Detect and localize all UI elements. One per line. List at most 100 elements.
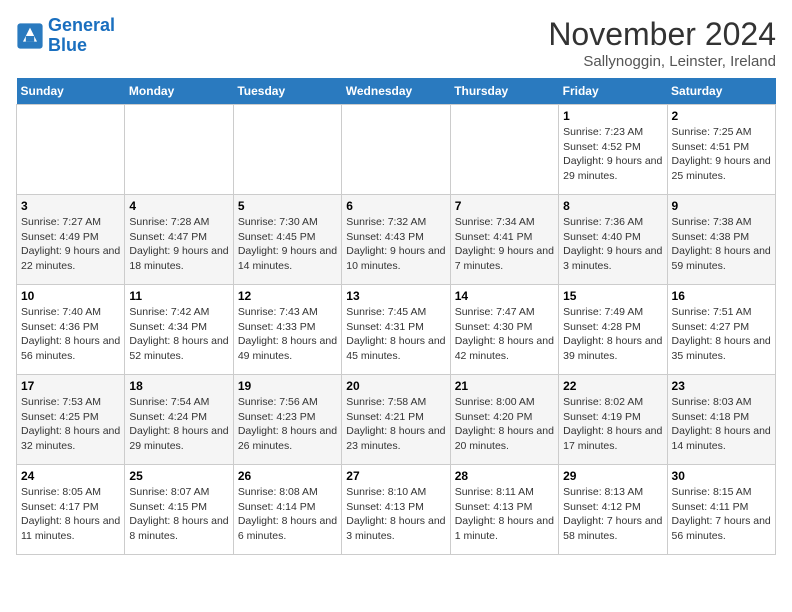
day-number: 21 — [455, 379, 554, 393]
calendar-cell: 23 Sunrise: 8:03 AM Sunset: 4:18 PM Dayli… — [667, 375, 775, 465]
day-info: Sunrise: 8:05 AM Sunset: 4:17 PM Dayligh… — [21, 485, 120, 544]
weekday-header-thursday: Thursday — [450, 78, 558, 105]
day-number: 30 — [672, 469, 771, 483]
calendar-cell: 10 Sunrise: 7:40 AM Sunset: 4:36 PM Dayli… — [17, 285, 125, 375]
day-info: Sunrise: 7:23 AM Sunset: 4:52 PM Dayligh… — [563, 125, 662, 184]
calendar-cell — [450, 105, 558, 195]
day-number: 10 — [21, 289, 120, 303]
calendar-cell: 25 Sunrise: 8:07 AM Sunset: 4:15 PM Dayli… — [125, 465, 233, 555]
logo-icon — [16, 22, 44, 50]
calendar-cell: 28 Sunrise: 8:11 AM Sunset: 4:13 PM Dayli… — [450, 465, 558, 555]
calendar-table: SundayMondayTuesdayWednesdayThursdayFrid… — [16, 78, 776, 555]
logo: General Blue — [16, 16, 115, 56]
day-info: Sunrise: 7:47 AM Sunset: 4:30 PM Dayligh… — [455, 305, 554, 364]
day-info: Sunrise: 7:25 AM Sunset: 4:51 PM Dayligh… — [672, 125, 771, 184]
calendar-cell: 13 Sunrise: 7:45 AM Sunset: 4:31 PM Dayli… — [342, 285, 450, 375]
calendar-cell: 7 Sunrise: 7:34 AM Sunset: 4:41 PM Daylig… — [450, 195, 558, 285]
day-number: 11 — [129, 289, 228, 303]
calendar-cell: 4Sunrise: 7:28 AM Sunset: 4:47 PM Daylig… — [125, 195, 233, 285]
day-info: Sunrise: 8:11 AM Sunset: 4:13 PM Dayligh… — [455, 485, 554, 544]
day-number: 26 — [238, 469, 337, 483]
calendar-week-2: 3 Sunrise: 7:27 AM Sunset: 4:49 PM Daylig… — [17, 195, 776, 285]
day-info: Sunrise: 8:10 AM Sunset: 4:13 PM Dayligh… — [346, 485, 445, 544]
calendar-cell: 12 Sunrise: 7:43 AM Sunset: 4:33 PM Dayli… — [233, 285, 341, 375]
calendar-cell: 1 Sunrise: 7:23 AM Sunset: 4:52 PM Daylig… — [559, 105, 667, 195]
day-info: Sunrise: 7:54 AM Sunset: 4:24 PM Dayligh… — [129, 395, 228, 454]
day-number: 24 — [21, 469, 120, 483]
day-number: 20 — [346, 379, 445, 393]
calendar-cell: 22 Sunrise: 8:02 AM Sunset: 4:19 PM Dayli… — [559, 375, 667, 465]
day-info: Sunrise: 7:30 AM Sunset: 4:45 PM Dayligh… — [238, 215, 337, 274]
calendar-cell — [342, 105, 450, 195]
calendar-cell: 26 Sunrise: 8:08 AM Sunset: 4:14 PM Dayli… — [233, 465, 341, 555]
day-info: Sunrise: 8:03 AM Sunset: 4:18 PM Dayligh… — [672, 395, 771, 454]
calendar-cell: 2 Sunrise: 7:25 AM Sunset: 4:51 PM Daylig… — [667, 105, 775, 195]
calendar-cell: 6Sunrise: 7:32 AM Sunset: 4:43 PM Daylig… — [342, 195, 450, 285]
calendar-cell: 29Sunrise: 8:13 AM Sunset: 4:12 PM Dayli… — [559, 465, 667, 555]
day-number: 1 — [563, 109, 662, 123]
day-info: Sunrise: 7:45 AM Sunset: 4:31 PM Dayligh… — [346, 305, 445, 364]
calendar-cell: 20 Sunrise: 7:58 AM Sunset: 4:21 PM Dayli… — [342, 375, 450, 465]
day-info: Sunrise: 7:38 AM Sunset: 4:38 PM Dayligh… — [672, 215, 771, 274]
day-info: Sunrise: 7:58 AM Sunset: 4:21 PM Dayligh… — [346, 395, 445, 454]
calendar-cell: 5 Sunrise: 7:30 AM Sunset: 4:45 PM Daylig… — [233, 195, 341, 285]
day-number: 7 — [455, 199, 554, 213]
weekday-header-sunday: Sunday — [17, 78, 125, 105]
location-subtitle: Sallynoggin, Leinster, Ireland — [548, 53, 776, 70]
calendar-cell — [17, 105, 125, 195]
calendar-cell: 17 Sunrise: 7:53 AM Sunset: 4:25 PM Dayli… — [17, 375, 125, 465]
calendar-cell: 9 Sunrise: 7:38 AM Sunset: 4:38 PM Daylig… — [667, 195, 775, 285]
day-info: Sunrise: 7:53 AM Sunset: 4:25 PM Dayligh… — [21, 395, 120, 454]
page-header: General Blue November 2024 Sallynoggin, … — [16, 16, 776, 70]
day-info: Sunrise: 8:00 AM Sunset: 4:20 PM Dayligh… — [455, 395, 554, 454]
day-number: 18 — [129, 379, 228, 393]
day-info: Sunrise: 8:07 AM Sunset: 4:15 PM Dayligh… — [129, 485, 228, 544]
day-number: 13 — [346, 289, 445, 303]
calendar-cell: 3 Sunrise: 7:27 AM Sunset: 4:49 PM Daylig… — [17, 195, 125, 285]
logo-text: General Blue — [48, 16, 115, 56]
day-number: 4 — [129, 199, 228, 213]
calendar-cell — [233, 105, 341, 195]
day-number: 9 — [672, 199, 771, 213]
day-info: Sunrise: 7:40 AM Sunset: 4:36 PM Dayligh… — [21, 305, 120, 364]
day-info: Sunrise: 7:34 AM Sunset: 4:41 PM Dayligh… — [455, 215, 554, 274]
calendar-week-5: 24 Sunrise: 8:05 AM Sunset: 4:17 PM Dayli… — [17, 465, 776, 555]
title-block: November 2024 Sallynoggin, Leinster, Ire… — [548, 16, 776, 70]
day-info: Sunrise: 7:51 AM Sunset: 4:27 PM Dayligh… — [672, 305, 771, 364]
calendar-cell: 19Sunrise: 7:56 AM Sunset: 4:23 PM Dayli… — [233, 375, 341, 465]
calendar-cell: 21 Sunrise: 8:00 AM Sunset: 4:20 PM Dayli… — [450, 375, 558, 465]
calendar-cell: 16 Sunrise: 7:51 AM Sunset: 4:27 PM Dayli… — [667, 285, 775, 375]
day-number: 12 — [238, 289, 337, 303]
day-number: 6 — [346, 199, 445, 213]
day-number: 22 — [563, 379, 662, 393]
calendar-cell: 18 Sunrise: 7:54 AM Sunset: 4:24 PM Dayli… — [125, 375, 233, 465]
day-number: 3 — [21, 199, 120, 213]
weekday-header-tuesday: Tuesday — [233, 78, 341, 105]
calendar-cell — [125, 105, 233, 195]
day-info: Sunrise: 8:13 AM Sunset: 4:12 PM Dayligh… — [563, 485, 662, 544]
calendar-cell: 27Sunrise: 8:10 AM Sunset: 4:13 PM Dayli… — [342, 465, 450, 555]
day-info: Sunrise: 7:27 AM Sunset: 4:49 PM Dayligh… — [21, 215, 120, 274]
day-number: 17 — [21, 379, 120, 393]
day-number: 16 — [672, 289, 771, 303]
day-info: Sunrise: 7:56 AM Sunset: 4:23 PM Dayligh… — [238, 395, 337, 454]
day-info: Sunrise: 8:02 AM Sunset: 4:19 PM Dayligh… — [563, 395, 662, 454]
day-number: 28 — [455, 469, 554, 483]
calendar-cell: 15Sunrise: 7:49 AM Sunset: 4:28 PM Dayli… — [559, 285, 667, 375]
day-number: 8 — [563, 199, 662, 213]
calendar-cell: 24 Sunrise: 8:05 AM Sunset: 4:17 PM Dayli… — [17, 465, 125, 555]
day-number: 5 — [238, 199, 337, 213]
weekday-header-row: SundayMondayTuesdayWednesdayThursdayFrid… — [17, 78, 776, 105]
calendar-week-4: 17 Sunrise: 7:53 AM Sunset: 4:25 PM Dayli… — [17, 375, 776, 465]
day-info: Sunrise: 8:15 AM Sunset: 4:11 PM Dayligh… — [672, 485, 771, 544]
day-info: Sunrise: 7:43 AM Sunset: 4:33 PM Dayligh… — [238, 305, 337, 364]
month-title: November 2024 — [548, 16, 776, 53]
calendar-cell: 8Sunrise: 7:36 AM Sunset: 4:40 PM Daylig… — [559, 195, 667, 285]
day-info: Sunrise: 8:08 AM Sunset: 4:14 PM Dayligh… — [238, 485, 337, 544]
weekday-header-saturday: Saturday — [667, 78, 775, 105]
day-info: Sunrise: 7:42 AM Sunset: 4:34 PM Dayligh… — [129, 305, 228, 364]
calendar-cell: 30 Sunrise: 8:15 AM Sunset: 4:11 PM Dayli… — [667, 465, 775, 555]
day-number: 25 — [129, 469, 228, 483]
day-number: 23 — [672, 379, 771, 393]
day-number: 2 — [672, 109, 771, 123]
